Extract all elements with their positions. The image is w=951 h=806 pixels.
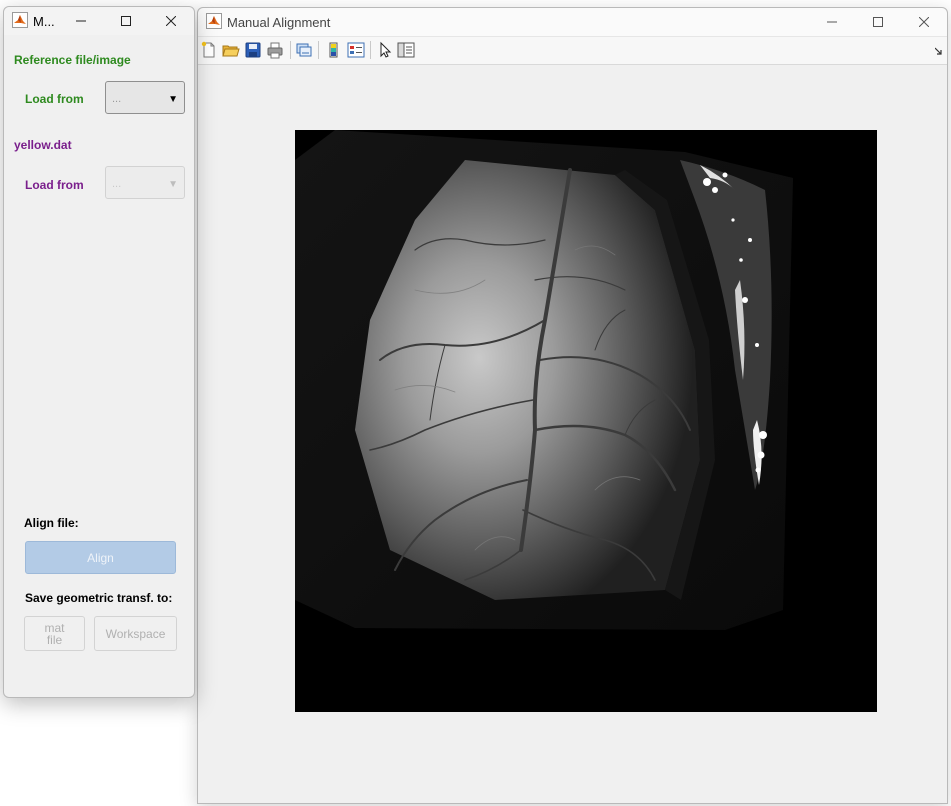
reference-load-from-label: Load from: [25, 92, 84, 106]
panel-title-bar[interactable]: M...: [4, 7, 194, 35]
brain-surface-image: [295, 130, 877, 712]
file-dropdown-value: ...: [112, 178, 122, 190]
maximize-button[interactable]: [855, 8, 901, 36]
align-file-heading: Align file:: [24, 516, 79, 530]
file-section-heading: yellow.dat: [14, 138, 72, 152]
file-load-from-label: Load from: [25, 178, 84, 192]
close-icon: [166, 16, 176, 26]
minimize-button[interactable]: [809, 8, 855, 36]
figure-toolbar: [198, 37, 947, 65]
main-window-title: Manual Alignment: [227, 15, 331, 30]
edit-plot-icon[interactable]: [376, 41, 394, 59]
insert-colorbar-icon[interactable]: [325, 41, 343, 59]
minimize-button[interactable]: [58, 7, 104, 35]
mat-file-button[interactable]: mat file: [24, 616, 85, 651]
reference-section-heading: Reference file/image: [14, 53, 131, 67]
chevron-down-icon: ▼: [168, 94, 178, 105]
reference-dropdown-value: ...: [112, 93, 122, 105]
maximize-icon: [121, 16, 131, 26]
close-button[interactable]: [148, 7, 194, 35]
close-button[interactable]: [901, 8, 947, 36]
toolbar-separator: [370, 41, 371, 59]
open-icon[interactable]: [222, 41, 240, 59]
minimize-icon: [827, 21, 837, 23]
save-transform-heading: Save geometric transf. to:: [25, 591, 173, 605]
new-figure-icon[interactable]: [200, 41, 218, 59]
toolbar-separator: [318, 41, 319, 59]
matlab-logo-icon: [206, 13, 222, 29]
control-panel-window: M... Reference file/image Load from ... …: [3, 6, 195, 698]
insert-legend-icon[interactable]: [347, 41, 365, 59]
file-load-from-dropdown[interactable]: ... ▼: [105, 166, 185, 199]
maximize-icon: [873, 17, 883, 27]
minimize-icon: [76, 20, 86, 22]
matlab-logo-icon: [12, 12, 28, 28]
toolbar-overflow-icon[interactable]: [935, 47, 943, 55]
link-plot-icon[interactable]: [295, 41, 313, 59]
manual-alignment-window: Manual Alignment: [197, 7, 948, 804]
close-icon: [919, 17, 929, 27]
print-icon[interactable]: [266, 41, 284, 59]
main-title-bar[interactable]: Manual Alignment: [198, 8, 947, 37]
property-inspector-icon[interactable]: [397, 41, 415, 59]
aligned-image-axes[interactable]: [295, 130, 877, 712]
save-icon[interactable]: [244, 41, 262, 59]
toolbar-separator: [290, 41, 291, 59]
reference-load-from-dropdown[interactable]: ... ▼: [105, 81, 185, 114]
maximize-button[interactable]: [103, 7, 149, 35]
workspace-button[interactable]: Workspace: [94, 616, 177, 651]
panel-window-title: M...: [33, 14, 55, 29]
align-button[interactable]: Align: [25, 541, 176, 574]
chevron-down-icon: ▼: [168, 179, 178, 190]
